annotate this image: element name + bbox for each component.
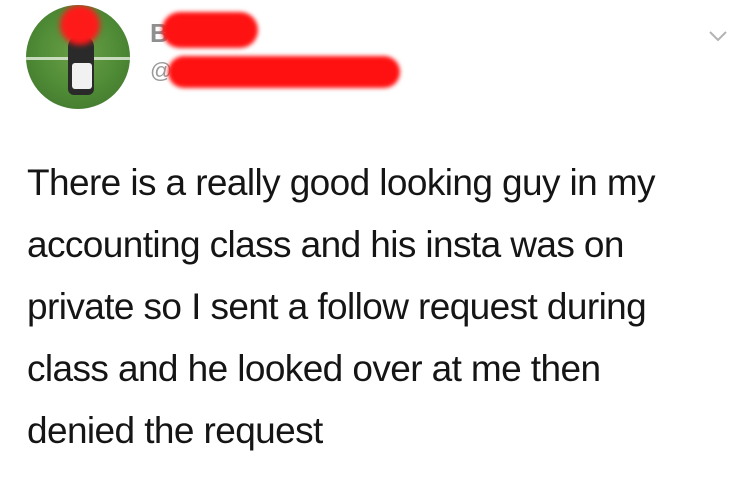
avatar[interactable] bbox=[26, 5, 130, 109]
tweet-text-line: There is a really good looking guy in my bbox=[27, 162, 656, 203]
display-name-redaction bbox=[162, 12, 258, 48]
avatar-jersey bbox=[72, 63, 92, 89]
tweet-text-line: class and he looked over at me then bbox=[27, 348, 601, 389]
chevron-down-icon[interactable] bbox=[706, 24, 730, 48]
avatar-redaction bbox=[60, 5, 100, 45]
tweet-card: BOh @ There is a really good looking guy… bbox=[0, 0, 738, 499]
tweet-text: There is a really good looking guy in my… bbox=[27, 152, 727, 462]
tweet-text-line: accounting class and his insta was on bbox=[27, 224, 624, 265]
tweet-text-line: denied the request bbox=[27, 410, 323, 451]
tweet-text-line: private so I sent a follow request durin… bbox=[27, 286, 647, 327]
handle-redaction bbox=[168, 56, 400, 88]
